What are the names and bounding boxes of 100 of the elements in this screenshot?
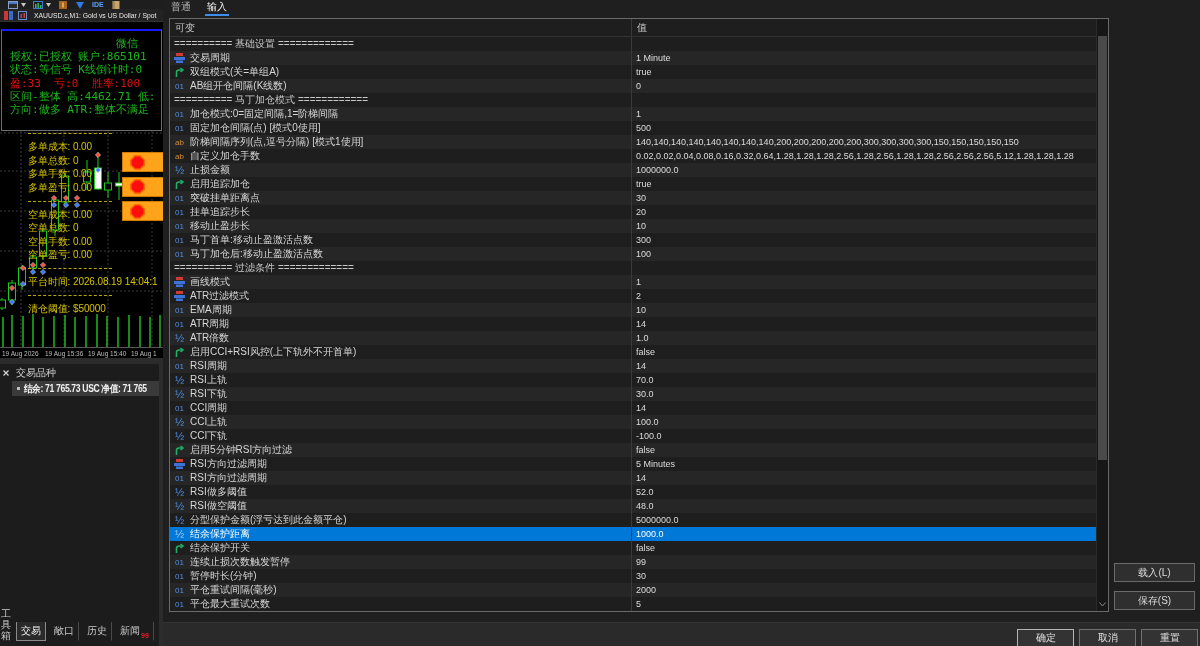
dialog-tab[interactable]: 普通: [169, 0, 193, 16]
dialog-button[interactable]: 重置: [1141, 629, 1198, 646]
trade-marker-icon: [95, 167, 101, 173]
parameter-value[interactable]: 30: [636, 192, 646, 204]
table-row[interactable]: 01 平仓重试间隔(毫秒) 2000: [170, 583, 1096, 597]
branch-arrow-icon: [174, 67, 185, 77]
parameter-value[interactable]: 14: [636, 472, 646, 484]
scrollbar-thumb[interactable]: [1098, 36, 1107, 460]
table-row[interactable]: 启用5分钟RSI方向过滤 false: [170, 443, 1096, 457]
parameter-value[interactable]: 0: [636, 80, 641, 92]
parameter-value[interactable]: false: [636, 542, 655, 554]
stop-button[interactable]: [122, 176, 163, 197]
table-row[interactable]: 01 移动止盈步长 10: [170, 219, 1096, 233]
table-row[interactable]: 01 马丁加仓后:移动止盈激活点数 100: [170, 247, 1096, 261]
parameter-value[interactable]: 14: [636, 360, 646, 372]
table-row[interactable]: 01 RSI周期 14: [170, 359, 1096, 373]
parameter-value[interactable]: 99: [636, 556, 646, 568]
table-row[interactable]: ½ 结余保护距离 1000.0: [170, 527, 1096, 541]
table-row[interactable]: ½ ATR倍数 1.0: [170, 331, 1096, 345]
type-code: ½: [174, 388, 185, 400]
parameter-value[interactable]: 5 Minutes: [636, 458, 676, 470]
dialog-button[interactable]: 确定: [1017, 629, 1074, 646]
type-code: 01: [174, 248, 185, 260]
table-row[interactable]: 01 AB组开仓间隔(K线数) 0: [170, 79, 1096, 93]
parameter-value[interactable]: 300: [636, 234, 652, 246]
parameter-name: CCI下轨: [190, 430, 228, 442]
parameter-value[interactable]: 20: [636, 206, 646, 218]
parameter-value[interactable]: true: [636, 178, 652, 190]
parameter-value[interactable]: 1: [636, 276, 641, 288]
parameter-name: 画线模式: [190, 276, 230, 288]
window-icon[interactable]: [8, 0, 18, 9]
parameter-value[interactable]: 500: [636, 122, 652, 134]
parameter-value[interactable]: 2000: [636, 584, 657, 596]
parameter-value[interactable]: 10: [636, 220, 646, 232]
parameter-value[interactable]: 14: [636, 402, 646, 414]
parameter-name: 启用追踪加仓: [190, 178, 250, 190]
bar-chart-icon[interactable]: [33, 0, 43, 9]
table-row[interactable]: 01 加仓模式:0=固定间隔,1=阶梯间隔 1: [170, 107, 1096, 121]
branch-arrow-icon: [174, 347, 185, 357]
parameter-value[interactable]: false: [636, 346, 655, 358]
table-row[interactable]: ½ RSI做空阈值 48.0: [170, 499, 1096, 513]
parameter-value[interactable]: 70.0: [636, 374, 654, 386]
parameter-value[interactable]: 1 Minute: [636, 52, 671, 64]
table-row[interactable]: 画线模式 1: [170, 275, 1096, 289]
table-row[interactable]: ½ 止损金额 1000000.0: [170, 163, 1096, 177]
table-row[interactable]: ½ RSI下轨 30.0: [170, 387, 1096, 401]
table-row[interactable]: 01 连续止损次数触发暂停 99: [170, 555, 1096, 569]
table-row[interactable]: ab 阶梯间隔序列(点,逗号分隔) [模式1使用] 140,140,140,140,140,140,140,140,200,200,200,200,200,300,300,300,300,150,150,150,150,150: [170, 135, 1096, 149]
column-header[interactable]: 可变: [175, 20, 195, 35]
scrollbar-track[interactable]: [1096, 19, 1108, 611]
parameter-name: 启用CCI+RSI风控(上下轨外不开首单): [190, 346, 357, 358]
parameter-value[interactable]: 30.0: [636, 388, 654, 400]
parameter-value[interactable]: 0.02,0.02,0.04,0.08,0.16,0.32,0.64,1.28,1.28,1.28,2.56,1.28,2.56,1.28,1.28,2.56,2.56,2.56,5.12,1.28,1.28,1.28: [636, 150, 1074, 162]
parameter-value[interactable]: 52.0: [636, 486, 654, 498]
type-code: 01: [174, 318, 185, 330]
trade-marker-icon: [20, 265, 26, 271]
chevron-down-icon[interactable]: [1099, 602, 1106, 607]
toolbox-label[interactable]: 工具箱: [1, 608, 11, 641]
parameter-value[interactable]: 2: [636, 290, 641, 302]
balance-row[interactable]: 结余: 71 765.73 USC 净值: 71 765: [12, 381, 159, 396]
column-header[interactable]: 值: [637, 20, 647, 35]
close-icon[interactable]: [3, 370, 9, 376]
grid-window-icon[interactable]: [4, 10, 13, 20]
book-icon[interactable]: [110, 0, 121, 9]
panel-tab[interactable]: 敞口: [49, 622, 79, 641]
table-row[interactable]: ½ CCI上轨 100.0: [170, 415, 1096, 429]
parameter-value[interactable]: 100.0: [636, 416, 659, 428]
dialog-button[interactable]: 取消: [1079, 629, 1136, 646]
side-button[interactable]: 保存(S): [1114, 591, 1195, 610]
chart-window-icon[interactable]: [18, 10, 27, 20]
table-row[interactable]: 01 突破挂单距离点 30: [170, 191, 1096, 205]
parameter-value[interactable]: 5000000.0: [636, 514, 679, 526]
parameter-value[interactable]: 30: [636, 570, 646, 582]
parameter-value[interactable]: -100.0: [636, 430, 662, 442]
parameter-value[interactable]: 100: [636, 248, 652, 260]
table-row[interactable]: 01 RSI方向过滤周期 14: [170, 471, 1096, 485]
panel-tab[interactable]: 历史: [82, 622, 112, 641]
parameter-value[interactable]: 1.0: [636, 332, 649, 344]
side-button[interactable]: 载入(L): [1114, 563, 1195, 582]
table-row[interactable]: 01 EMA周期 10: [170, 303, 1096, 317]
parameter-value[interactable]: 5: [636, 598, 641, 610]
dialog-tab[interactable]: 输入: [205, 0, 229, 16]
panel-tab[interactable]: 交易: [16, 622, 46, 641]
parameter-value[interactable]: 10: [636, 304, 646, 316]
parameter-value[interactable]: 1000000.0: [636, 164, 679, 176]
table-row[interactable]: 交易周期 1 Minute: [170, 51, 1096, 65]
parameter-name: ATR倍数: [190, 332, 230, 344]
parameter-value[interactable]: true: [636, 66, 652, 78]
parameter-value[interactable]: 1: [636, 108, 641, 120]
triangle-icon[interactable]: [75, 0, 85, 9]
parameter-value[interactable]: 14: [636, 318, 646, 330]
caret-icon[interactable]: [21, 2, 26, 7]
parameter-name: 结余保护距离: [190, 528, 250, 540]
parameter-value[interactable]: 140,140,140,140,140,140,140,140,200,200,200,200,200,300,300,300,300,150,150,150,150,150: [636, 136, 1019, 148]
caret-icon[interactable]: [46, 2, 51, 7]
square-tile-icon[interactable]: [58, 0, 68, 9]
parameter-name: 加仓模式:0=固定间隔,1=阶梯间隔: [190, 108, 339, 120]
parameter-value[interactable]: false: [636, 444, 655, 456]
parameter-value[interactable]: 48.0: [636, 500, 654, 512]
parameter-value[interactable]: 1000.0: [636, 528, 664, 540]
